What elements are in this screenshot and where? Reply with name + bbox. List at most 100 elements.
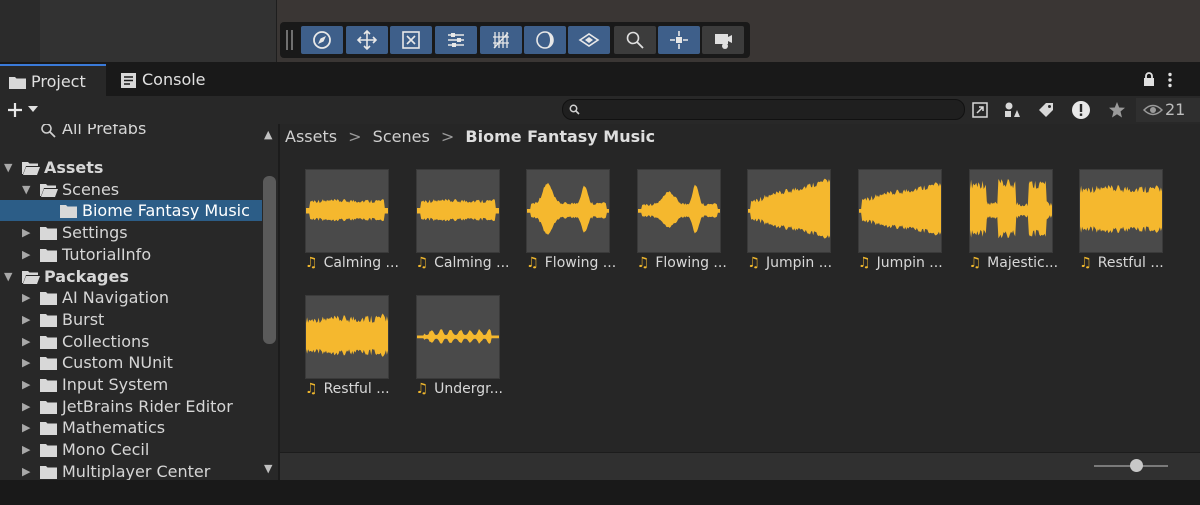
audio-asset-item[interactable]: ♫ Jumpin ... [747,169,843,279]
folder-icon [40,400,57,414]
tree-item-label: Burst [62,309,105,329]
folder-icon [40,292,57,306]
tree-item[interactable]: ▶ Mono Cecil [0,439,262,460]
waveform-thumbnail [968,169,1053,253]
align-button[interactable] [435,26,477,54]
audio-asset-item[interactable]: ♫ Calming ... [415,169,512,279]
audio-clip-icon: ♫ [636,255,650,271]
tree-item[interactable]: ▼ Assets [0,157,262,178]
tree-item[interactable]: ▶ Custom NUnit [0,352,262,373]
expand-arrow-icon[interactable]: ▼ [4,157,12,178]
hierarchy-panel-edge [0,0,40,62]
audio-asset-item[interactable]: ♫ Jumpin ... [858,169,954,279]
audio-asset-item[interactable]: ♫ Undergr... [415,295,512,405]
tree-item[interactable]: ▶ Burst [0,309,262,330]
folder-open-icon [22,270,40,284]
filter-by-label-button[interactable] [1034,98,1058,122]
scroll-down-icon[interactable]: ▼ [264,462,272,475]
asset-name: ♫ Restful ... [1079,255,1179,271]
search-icon [626,31,644,49]
collapse-arrow-icon[interactable]: ▶ [22,417,30,438]
camera-icon [715,34,732,49]
folder-icon [40,465,57,479]
waveform-icon [416,199,499,222]
filter-by-status-button[interactable] [1069,98,1093,122]
scroll-up-icon[interactable]: ▲ [264,128,272,141]
waveform-thumbnail [1079,169,1164,253]
tree-item-all-prefabs[interactable]: All Prefabs [0,124,262,139]
expand-arrow-icon[interactable]: ▼ [22,179,30,200]
search-input[interactable] [562,99,965,120]
tree-item[interactable]: ▶ Collections [0,331,262,352]
collapse-arrow-icon[interactable]: ▶ [22,352,30,373]
collapse-arrow-icon[interactable]: ▶ [22,309,30,330]
tree-scrollbar-thumb[interactable] [263,176,276,344]
asset-name: ♫ Majestic... [969,255,1069,271]
collapse-arrow-icon[interactable]: ▶ [22,439,30,460]
audio-asset-item[interactable]: ♫ Calming ... [305,169,401,279]
tree-item-label: Input System [62,375,169,394]
camera-button[interactable] [702,26,744,54]
audio-asset-item[interactable]: ♫ Flowing ... [526,169,622,279]
tree-item[interactable]: ▶ Mathematics [0,417,262,438]
tab-console[interactable]: Console [106,64,218,96]
tree-item[interactable]: ▶ AI Navigation [0,287,262,308]
collapse-arrow-icon[interactable]: ▶ [22,287,30,308]
tree-item[interactable]: ▼ Scenes [0,179,262,200]
asset-name: ♫ Restful ... [305,381,405,397]
tree-item[interactable]: ▼ Packages [0,266,262,287]
asset-name: ♫ Undergr... [416,381,516,397]
tree-item[interactable]: ▶ TutorialInfo [0,244,262,265]
filter-by-type-button[interactable] [1000,98,1024,122]
waveform-thumbnail [747,169,832,253]
waveform-icon [416,329,499,344]
breadcrumb-scenes[interactable]: Scenes [373,127,430,146]
tree-item[interactable]: ▶ Input System [0,374,262,395]
tree-item[interactable]: Biome Fantasy Music [0,200,262,222]
waveform-icon [637,184,720,234]
audio-clip-icon: ♫ [1079,255,1092,271]
tree-item[interactable]: ▶ Multiplayer Center [0,461,262,480]
audio-asset-item[interactable]: ♫ Restful ... [305,295,401,405]
waveform-icon [969,179,1052,239]
tree-item-label: Mathematics [62,418,166,438]
folder-icon [9,77,26,89]
breadcrumb-current[interactable]: Biome Fantasy Music [465,127,655,146]
collapse-arrow-icon[interactable]: ▶ [22,374,30,395]
lighting-button[interactable] [524,26,566,54]
waveform-icon [527,182,610,235]
grid-snap-button[interactable] [480,26,522,54]
collapse-arrow-icon[interactable]: ▶ [22,244,30,265]
asset-name: ♫ Flowing ... [526,255,626,271]
asset-name-label: Flowing ... [544,255,617,271]
collapse-arrow-icon[interactable]: ▶ [22,396,30,417]
pivot-button[interactable] [658,26,700,54]
search-tool-button[interactable] [614,26,656,54]
collapse-arrow-icon[interactable]: ▶ [22,461,30,480]
hidden-packages-toggle[interactable]: 21 [1136,98,1200,122]
audio-asset-item[interactable]: ♫ Majestic... [968,169,1065,279]
toolbar-grip[interactable] [286,30,293,50]
lock-icon[interactable] [1143,72,1155,87]
favorites-button[interactable] [1105,98,1129,122]
search-by-type-button[interactable] [968,98,992,122]
audio-asset-item[interactable]: ♫ Restful ... [1079,169,1175,279]
tree-item[interactable]: ▶ JetBrains Rider Editor [0,396,262,417]
collapse-arrow-icon[interactable]: ▶ [22,331,30,352]
audio-asset-item[interactable]: ♫ Flowing ... [636,169,733,279]
layers-button[interactable] [568,26,610,54]
breadcrumb: Assets > Scenes > Biome Fantasy Music [285,126,661,148]
rect-transform-button[interactable] [390,26,432,54]
view-tool-button[interactable] [301,26,343,54]
more-menu-icon[interactable] [1167,72,1173,88]
folder-icon [40,379,57,392]
expand-arrow-icon[interactable]: ▼ [4,266,12,287]
hierarchy-panel [40,0,277,62]
breadcrumb-assets[interactable]: Assets [285,127,337,146]
move-tool-button[interactable] [346,26,388,54]
tab-project[interactable]: Project [0,64,106,96]
create-button[interactable] [4,100,42,120]
waveform-thumbnail [526,169,611,253]
collapse-arrow-icon[interactable]: ▶ [22,222,30,243]
tree-item[interactable]: ▶ Settings [0,222,262,243]
